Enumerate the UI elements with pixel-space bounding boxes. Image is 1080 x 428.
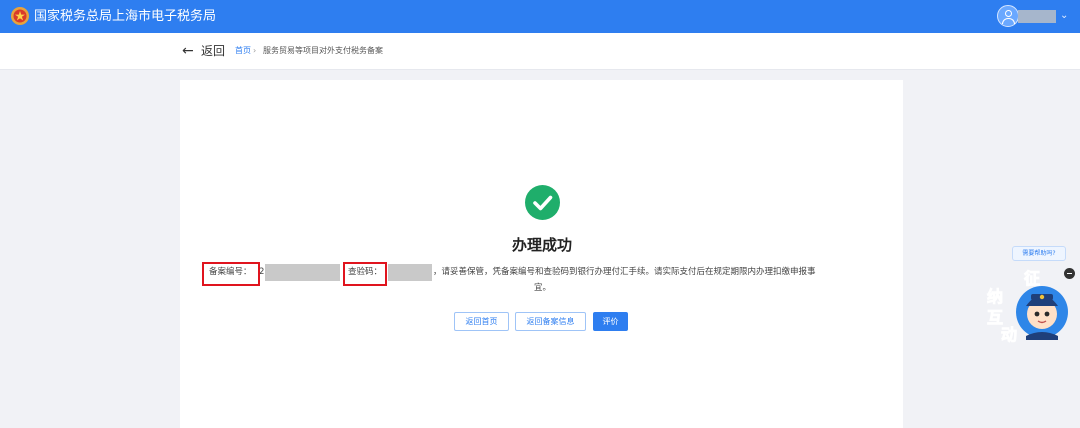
tax-emblem-icon <box>11 7 29 25</box>
help-prompt-bubble[interactable]: 需要帮助吗? <box>1012 246 1066 261</box>
result-card <box>180 80 903 428</box>
filing-number-highlight-box <box>202 262 260 286</box>
minimize-icon[interactable] <box>1064 268 1075 279</box>
back-filing-info-button[interactable]: 返回备案信息 <box>515 312 586 331</box>
rate-button[interactable]: 评价 <box>593 312 628 331</box>
mascot-char-na: 纳 <box>987 287 1003 306</box>
breadcrumb-home-link[interactable]: 首页 <box>235 45 251 56</box>
back-arrow-icon[interactable]: ← <box>182 42 194 60</box>
chevron-down-icon[interactable]: ⌄ <box>1060 10 1068 22</box>
mascot-char-dong: 动 <box>1001 325 1017 344</box>
site-title[interactable]: 国家税务总局上海市电子税务局 <box>34 9 216 24</box>
result-message-continued: 宜。 <box>534 283 552 293</box>
user-name-redacted[interactable] <box>1018 10 1056 23</box>
check-circle-icon <box>525 185 560 220</box>
result-message: ，请妥善保管，凭备案编号和查验码到银行办理付汇手续。请实际支付后在规定期限内办理… <box>433 267 816 277</box>
breadcrumb-current: 服务贸易等项目对外支付税务备案 <box>263 46 383 55</box>
breadcrumb-separator: › <box>253 46 257 55</box>
nav-bar: ← 返回 首页 › 服务贸易等项目对外支付税务备案 <box>0 33 1080 70</box>
back-home-button[interactable]: 返回首页 <box>454 312 509 331</box>
user-avatar-icon[interactable] <box>997 5 1019 27</box>
assistant-mascot-icon[interactable]: 征 纳 互 动 <box>984 264 1070 346</box>
back-button[interactable]: 返回 <box>201 43 225 59</box>
mascot-char-zheng: 征 <box>1024 269 1040 288</box>
verify-code-highlight-box <box>343 262 387 286</box>
top-bar: 国家税务总局上海市电子税务局 ⌄ <box>0 0 1080 33</box>
verify-code-redacted <box>388 264 432 281</box>
filing-number-redacted <box>265 264 340 281</box>
result-title: 办理成功 <box>511 236 572 254</box>
